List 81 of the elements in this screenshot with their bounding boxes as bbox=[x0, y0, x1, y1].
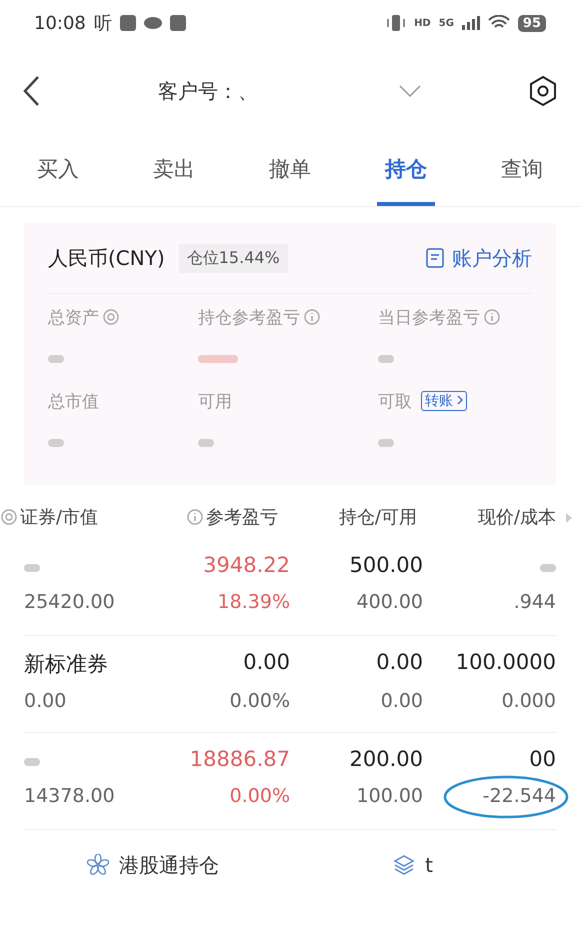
document-icon bbox=[426, 248, 444, 268]
holding-qty: 200.00 bbox=[348, 747, 423, 773]
link-label[interactable]: 港股通持仓 bbox=[119, 852, 220, 878]
layers-icon bbox=[393, 854, 416, 876]
metric-label: 总资产 bbox=[48, 306, 99, 328]
info-icon[interactable] bbox=[483, 308, 501, 326]
holding-row[interactable]: 新标准券 0.00 0.00 100.0000 0.00 0.00% 0.00 0.000 bbox=[24, 636, 556, 733]
info-icon[interactable] bbox=[186, 508, 204, 526]
eye-icon[interactable] bbox=[0, 508, 18, 526]
metric-label: 当日参考盈亏 bbox=[378, 306, 480, 328]
metric-label: 持仓参考盈亏 bbox=[198, 306, 300, 328]
redaction-smear bbox=[540, 564, 556, 572]
info-icon[interactable] bbox=[303, 308, 321, 326]
flower-icon bbox=[87, 854, 110, 876]
column-header: 持仓/可用 bbox=[338, 506, 417, 529]
redaction-smear bbox=[198, 355, 238, 363]
account-title: 客户号：、 bbox=[158, 78, 258, 104]
scroll-right-icon bbox=[566, 513, 572, 523]
tab[interactable]: 撤单 bbox=[261, 136, 319, 206]
chevron-down-icon[interactable] bbox=[398, 84, 422, 98]
market-value: 14378.00 bbox=[24, 785, 116, 809]
eye-icon[interactable] bbox=[102, 308, 120, 326]
current-price: 00 bbox=[528, 747, 556, 773]
bottom-link[interactable]: t bbox=[393, 853, 433, 877]
metric-label: 可取 bbox=[378, 390, 412, 412]
market-value: 0.00 bbox=[24, 690, 68, 714]
holding-row[interactable]: 18886.87 200.00 00 14378.00 0.00% 100.00 -22.544 bbox=[24, 733, 556, 830]
cost-price: .944 bbox=[512, 591, 556, 615]
chevron-right-icon bbox=[457, 395, 463, 405]
app-glyph: 听 bbox=[94, 12, 112, 35]
pnl-value: 0.00 bbox=[242, 650, 290, 676]
market-value: 25420.00 bbox=[24, 591, 116, 615]
tab[interactable]: 卖出 bbox=[145, 136, 203, 206]
column-header: 参考盈亏 bbox=[206, 506, 278, 529]
metric-label: 总市值 bbox=[48, 390, 99, 412]
column-header: 证券/市值 bbox=[20, 506, 98, 529]
available-qty: 100.00 bbox=[356, 785, 423, 809]
available-qty: 0.00 bbox=[380, 690, 423, 714]
link-label[interactable]: t bbox=[425, 853, 433, 877]
redaction-smear bbox=[24, 758, 40, 766]
battery-level: 95 bbox=[518, 14, 546, 32]
metric-label: 可用 bbox=[198, 390, 232, 412]
holding-qty: 0.00 bbox=[375, 650, 423, 676]
holding-row[interactable]: 3948.22 500.00 25420.00 18.39% 400.00 .944 bbox=[24, 539, 556, 636]
link-text[interactable]: 账户分析 bbox=[452, 244, 532, 272]
position-badge: 仓位15.44% bbox=[178, 244, 288, 272]
redaction-smear bbox=[48, 439, 64, 447]
currency-label: 人民币(CNY) bbox=[48, 244, 165, 272]
tab[interactable]: 持仓 bbox=[377, 136, 435, 206]
security-name: 新标准券 bbox=[24, 651, 109, 678]
bottom-link[interactable]: 港股通持仓 bbox=[87, 852, 220, 878]
clock-time: 10:08 bbox=[34, 12, 86, 34]
transfer-button[interactable]: 转账 bbox=[421, 391, 467, 411]
available-qty: 400.00 bbox=[356, 591, 423, 615]
pnl-value: 3948.22 bbox=[202, 553, 290, 579]
redaction-smear bbox=[378, 355, 394, 363]
tab[interactable]: 查询 bbox=[493, 136, 551, 206]
account-analysis-link[interactable]: 账户分析 bbox=[426, 244, 532, 272]
vibrate-icon bbox=[386, 14, 406, 32]
redaction-smear bbox=[24, 564, 40, 572]
signal-icon bbox=[462, 16, 480, 30]
pnl-percent: 0.00% bbox=[228, 785, 290, 809]
leaf-icon bbox=[144, 17, 162, 29]
hd-label: HD bbox=[414, 18, 431, 28]
back-icon[interactable] bbox=[22, 75, 40, 107]
pnl-percent: 18.39% bbox=[216, 591, 290, 615]
settings-icon[interactable] bbox=[528, 75, 558, 107]
bag-icon bbox=[170, 15, 186, 31]
redaction-smear bbox=[48, 355, 64, 363]
current-price: 100.0000 bbox=[454, 650, 556, 676]
pnl-percent: 0.00% bbox=[228, 690, 290, 714]
cost-price: 0.000 bbox=[500, 690, 556, 714]
app-icon bbox=[120, 15, 136, 31]
redaction-smear bbox=[198, 439, 214, 447]
cost-price: -22.544 bbox=[423, 785, 556, 815]
column-header: 现价/成本 bbox=[478, 506, 556, 529]
pnl-value: 18886.87 bbox=[188, 747, 290, 773]
redaction-smear bbox=[378, 439, 394, 447]
tab[interactable]: 买入 bbox=[29, 136, 87, 206]
holding-qty: 500.00 bbox=[348, 553, 423, 579]
network-label: 5G bbox=[438, 18, 454, 28]
